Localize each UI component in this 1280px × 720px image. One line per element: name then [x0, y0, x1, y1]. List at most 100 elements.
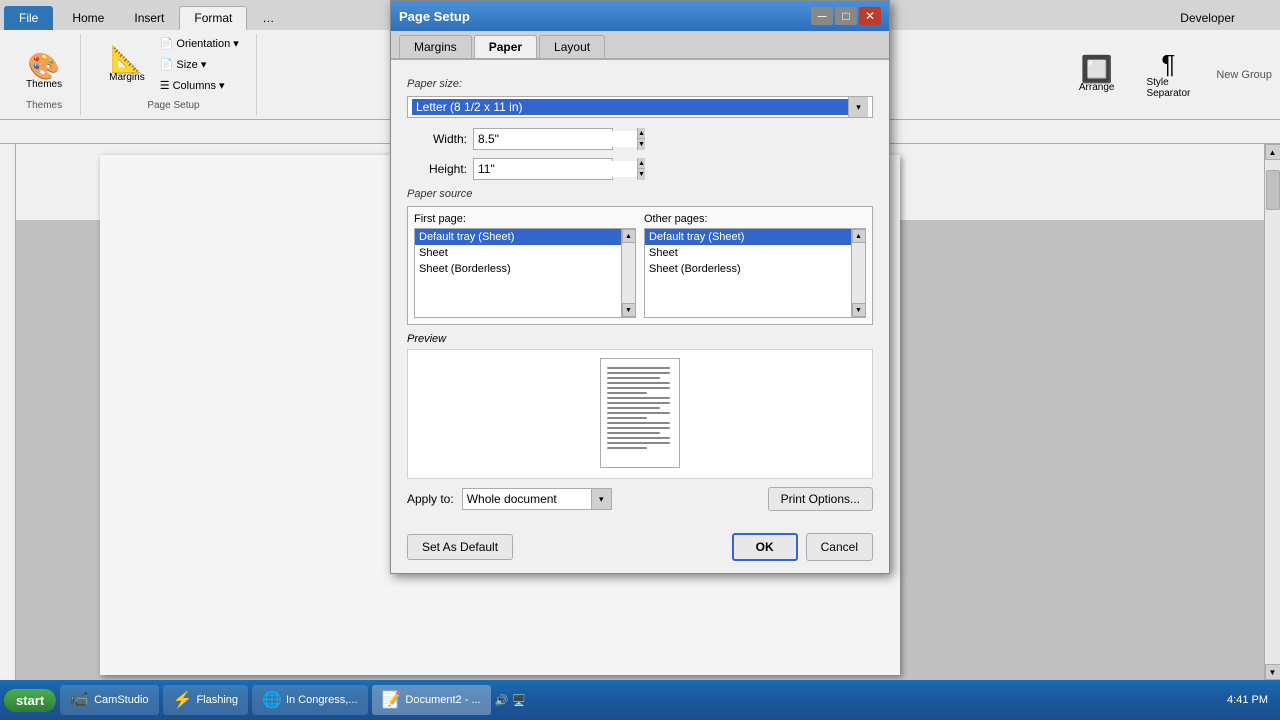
- print-options-button[interactable]: Print Options...: [768, 487, 873, 511]
- width-field[interactable]: [474, 131, 637, 147]
- preview-line-9: [607, 407, 660, 409]
- ok-button[interactable]: OK: [732, 533, 798, 561]
- preview-line-4: [607, 382, 670, 384]
- preview-line-2: [607, 372, 670, 374]
- close-button[interactable]: ✕: [859, 7, 881, 25]
- other-scroll-up[interactable]: ▲: [852, 229, 866, 243]
- first-scroll-track[interactable]: [622, 243, 636, 303]
- preview-section: Preview: [407, 333, 873, 479]
- taskbar-word[interactable]: 📝 Document2 - ...: [372, 685, 491, 715]
- height-decrement[interactable]: ▼: [638, 169, 645, 180]
- other-pages-scrollbar[interactable]: ▲ ▼: [851, 229, 865, 317]
- height-label: Height:: [407, 162, 467, 176]
- camstudio-icon: 📹: [70, 690, 90, 710]
- preview-label: Preview: [407, 333, 873, 345]
- system-tray: 🔊 🖥️: [495, 694, 526, 707]
- taskbar-flashing[interactable]: ⚡ Flashing: [163, 685, 249, 715]
- height-input[interactable]: ▲ ▼: [473, 158, 613, 180]
- preview-line-15: [607, 437, 670, 439]
- dialog-title: Page Setup: [399, 9, 470, 24]
- paper-source-box: First page: Default tray (Sheet) Sheet S…: [407, 206, 873, 325]
- first-page-item-2[interactable]: Sheet (Borderless): [415, 261, 635, 277]
- tab-layout[interactable]: Layout: [539, 35, 605, 58]
- preview-box: [407, 349, 873, 479]
- titlebar-buttons: ─ □ ✕: [811, 7, 881, 25]
- taskbar-camstudio[interactable]: 📹 CamStudio: [60, 685, 158, 715]
- other-pages-label: Other pages:: [644, 213, 866, 225]
- preview-line-6: [607, 392, 647, 394]
- preview-line-7: [607, 397, 670, 399]
- first-scroll-down[interactable]: ▼: [622, 303, 636, 317]
- footer-right-buttons: OK Cancel: [732, 533, 873, 561]
- flashing-label: Flashing: [196, 694, 238, 706]
- first-page-item-1[interactable]: Sheet: [415, 245, 635, 261]
- dialog-overlay: Page Setup ─ □ ✕ Margins Paper Layout Pa…: [0, 0, 1280, 720]
- width-row: Width: ▲ ▼: [407, 128, 873, 150]
- other-scroll-track[interactable]: [852, 243, 866, 303]
- preview-line-12: [607, 422, 670, 424]
- paper-size-value: Letter (8 1/2 x 11 in): [412, 99, 848, 115]
- apply-to-select[interactable]: Whole document ▾: [462, 488, 612, 510]
- preview-line-3: [607, 377, 660, 379]
- maximize-button[interactable]: □: [835, 7, 857, 25]
- paper-size-arrow[interactable]: ▾: [848, 97, 868, 117]
- preview-page: [600, 358, 680, 468]
- other-page-item-0[interactable]: Default tray (Sheet): [645, 229, 865, 245]
- dialog-tabs: Margins Paper Layout: [391, 31, 889, 60]
- apply-to-arrow[interactable]: ▾: [591, 489, 611, 509]
- page-setup-dialog: Page Setup ─ □ ✕ Margins Paper Layout Pa…: [390, 0, 890, 574]
- apply-row: Apply to: Whole document ▾ Print Options…: [407, 487, 873, 511]
- dialog-footer: Set As Default OK Cancel: [391, 525, 889, 573]
- other-page-item-2[interactable]: Sheet (Borderless): [645, 261, 865, 277]
- start-button[interactable]: start: [4, 689, 56, 712]
- tray-icon-network: 🖥️: [512, 694, 526, 707]
- other-pages-list[interactable]: Default tray (Sheet) Sheet Sheet (Border…: [644, 228, 866, 318]
- first-page-col: First page: Default tray (Sheet) Sheet S…: [414, 213, 636, 318]
- height-row: Height: ▲ ▼: [407, 158, 873, 180]
- taskbar-browser[interactable]: 🌐 In Congress,...: [252, 685, 367, 715]
- minimize-button[interactable]: ─: [811, 7, 833, 25]
- preview-line-11: [607, 417, 647, 419]
- cancel-button[interactable]: Cancel: [806, 533, 873, 561]
- height-field[interactable]: [474, 161, 637, 177]
- width-label: Width:: [407, 132, 467, 146]
- tab-paper[interactable]: Paper: [474, 35, 537, 58]
- sources-row: First page: Default tray (Sheet) Sheet S…: [414, 213, 866, 318]
- paper-size-label: Paper size:: [407, 78, 873, 90]
- preview-line-10: [607, 412, 670, 414]
- dialog-titlebar: Page Setup ─ □ ✕: [391, 1, 889, 31]
- browser-icon: 🌐: [262, 690, 282, 710]
- paper-source-section-label: Paper source: [407, 188, 873, 200]
- paper-size-select[interactable]: Letter (8 1/2 x 11 in) ▾: [407, 96, 873, 118]
- apply-to-label: Apply to:: [407, 492, 454, 506]
- first-page-label: First page:: [414, 213, 636, 225]
- word-icon: 📝: [382, 690, 402, 710]
- tab-margins[interactable]: Margins: [399, 35, 472, 58]
- width-spinner[interactable]: ▲ ▼: [637, 128, 645, 150]
- preview-line-13: [607, 427, 670, 429]
- first-page-scrollbar[interactable]: ▲ ▼: [621, 229, 635, 317]
- width-increment[interactable]: ▲: [638, 128, 645, 139]
- word-label: Document2 - ...: [405, 694, 480, 706]
- first-scroll-up[interactable]: ▲: [622, 229, 636, 243]
- other-scroll-down[interactable]: ▼: [852, 303, 866, 317]
- first-page-list[interactable]: Default tray (Sheet) Sheet Sheet (Border…: [414, 228, 636, 318]
- height-increment[interactable]: ▲: [638, 158, 645, 169]
- width-decrement[interactable]: ▼: [638, 139, 645, 150]
- clock: 4:41 PM: [1219, 694, 1276, 706]
- camstudio-label: CamStudio: [94, 694, 148, 706]
- width-input[interactable]: ▲ ▼: [473, 128, 613, 150]
- preview-line-16: [607, 442, 670, 444]
- taskbar: start 📹 CamStudio ⚡ Flashing 🌐 In Congre…: [0, 680, 1280, 720]
- other-pages-col: Other pages: Default tray (Sheet) Sheet …: [644, 213, 866, 318]
- preview-line-17: [607, 447, 647, 449]
- preview-line-14: [607, 432, 660, 434]
- tray-icon-sound: 🔊: [495, 694, 509, 707]
- first-page-item-0[interactable]: Default tray (Sheet): [415, 229, 635, 245]
- browser-label: In Congress,...: [286, 694, 358, 706]
- set-as-default-button[interactable]: Set As Default: [407, 534, 513, 560]
- preview-line-1: [607, 367, 670, 369]
- preview-line-5: [607, 387, 670, 389]
- other-page-item-1[interactable]: Sheet: [645, 245, 865, 261]
- height-spinner[interactable]: ▲ ▼: [637, 158, 645, 180]
